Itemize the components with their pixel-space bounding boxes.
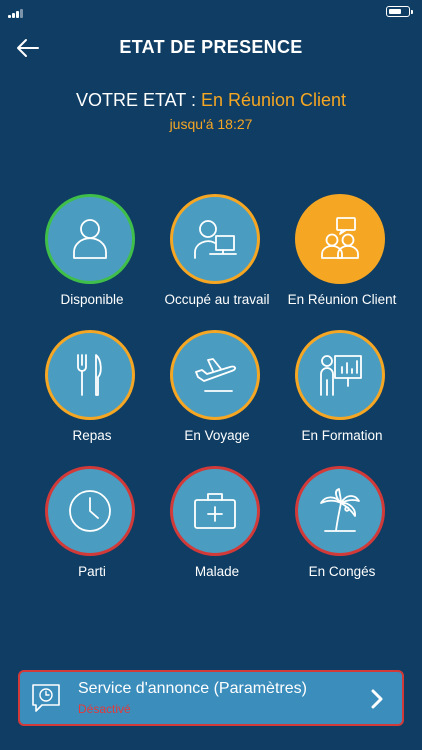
status-en-reunion-client[interactable]: En Réunion Client	[275, 194, 409, 314]
speech-bubble-clock-icon	[32, 684, 60, 712]
clock-icon	[69, 490, 111, 532]
announcement-title: Service d'annonce (Paramètres)	[78, 680, 307, 697]
meeting-people-icon	[321, 217, 359, 259]
announcement-service-button[interactable]: Service d'annonce (Paramètres) Désactivé	[18, 670, 404, 726]
status-circle	[45, 330, 135, 420]
status-en-conges[interactable]: En Congés	[275, 466, 409, 586]
status-occupe-au-travail[interactable]: Occupé au travail	[150, 194, 284, 314]
status-circle	[295, 194, 385, 284]
status-malade[interactable]: Malade	[150, 466, 284, 586]
status-circle	[295, 466, 385, 556]
status-disponible[interactable]: Disponible	[25, 194, 159, 314]
presentation-board-icon	[320, 355, 362, 396]
status-circle	[45, 466, 135, 556]
person-icon	[73, 219, 107, 259]
status-repas[interactable]: Repas	[25, 330, 159, 450]
status-label: En Congés	[308, 564, 376, 579]
fork-knife-icon	[77, 354, 102, 396]
chevron-right-icon	[371, 689, 383, 709]
status-label: En Formation	[301, 428, 383, 443]
status-circle	[170, 330, 260, 420]
status-en-formation[interactable]: En Formation	[275, 330, 409, 450]
status-circle	[170, 194, 260, 284]
announcement-status: Désactivé	[78, 702, 131, 716]
status-circle	[295, 330, 385, 420]
airplane-icon	[195, 358, 236, 392]
palm-tree-icon	[320, 488, 360, 532]
person-at-desk-icon	[194, 220, 237, 259]
status-en-voyage[interactable]: En Voyage	[150, 330, 284, 450]
medical-kit-icon	[194, 493, 236, 529]
status-parti[interactable]: Parti	[25, 466, 159, 586]
status-circle	[45, 194, 135, 284]
status-label: En Réunion Client	[287, 292, 397, 307]
status-circle	[170, 466, 260, 556]
status-grid: Disponible Occupé au travail En Réunion …	[0, 0, 422, 640]
